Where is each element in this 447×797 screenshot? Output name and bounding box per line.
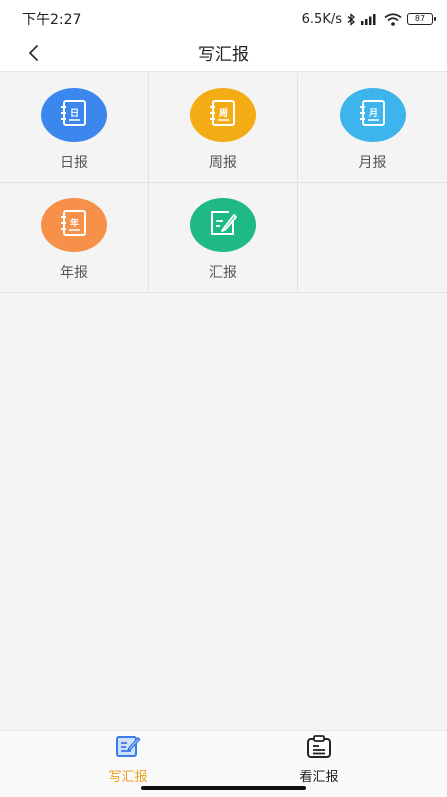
tab-view-report[interactable]: 看汇报	[259, 735, 379, 785]
notebook-icon: 日	[58, 99, 90, 131]
bluetooth-icon	[347, 12, 356, 26]
grid-item-report[interactable]: 汇报	[149, 183, 298, 293]
grid-item-monthly-report[interactable]: 月 月报	[298, 73, 447, 183]
grid-item-label: 月报	[358, 155, 387, 171]
notebook-icon: 月	[357, 99, 389, 131]
yearly-badge-text: 年	[70, 217, 79, 229]
grid-item-label: 年报	[60, 265, 88, 281]
home-indicator[interactable]	[141, 786, 306, 790]
status-time: 下午2:27	[22, 12, 82, 28]
weekly-badge-text: 周	[219, 108, 228, 119]
notebook-icon: 年	[58, 209, 90, 241]
report-circle	[190, 198, 256, 252]
view-report-icon	[306, 735, 332, 763]
status-indicators: 6.5K/s 87	[301, 11, 436, 27]
weekly-report-circle: 周	[190, 88, 256, 142]
daily-report-circle: 日	[41, 88, 107, 142]
grid-item-daily-report[interactable]: 日 日报	[0, 73, 149, 183]
edit-icon	[207, 209, 239, 241]
wifi-icon	[384, 12, 402, 26]
monthly-badge-text: 月	[367, 108, 377, 119]
signal-icon	[361, 13, 379, 25]
tab-label: 写汇报	[108, 770, 148, 785]
grid-item-label: 周报	[209, 155, 237, 171]
battery-icon: 87	[407, 13, 436, 25]
grid-item-yearly-report[interactable]: 年 年报	[0, 183, 149, 293]
daily-badge-text: 日	[70, 108, 79, 119]
notebook-icon: 周	[207, 99, 239, 131]
report-type-grid: 日 日报 周 周报 月 月报 年 年报 汇报	[0, 73, 447, 293]
status-bar: 下午2:27 6.5K/s 87	[0, 0, 447, 38]
monthly-report-circle: 月	[339, 88, 406, 142]
network-speed: 6.5K/s	[301, 11, 342, 27]
nav-bar: 写汇报	[0, 38, 447, 72]
grid-item-label: 汇报	[209, 265, 237, 281]
tab-label: 看汇报	[299, 770, 339, 785]
grid-item-label: 日报	[60, 155, 88, 171]
page-title: 写汇报	[198, 45, 249, 65]
grid-item-weekly-report[interactable]: 周 周报	[149, 73, 298, 183]
grid-empty-cell	[298, 183, 447, 293]
yearly-report-circle: 年	[41, 198, 107, 252]
write-report-icon	[115, 735, 141, 763]
tab-write-report[interactable]: 写汇报	[68, 735, 188, 785]
